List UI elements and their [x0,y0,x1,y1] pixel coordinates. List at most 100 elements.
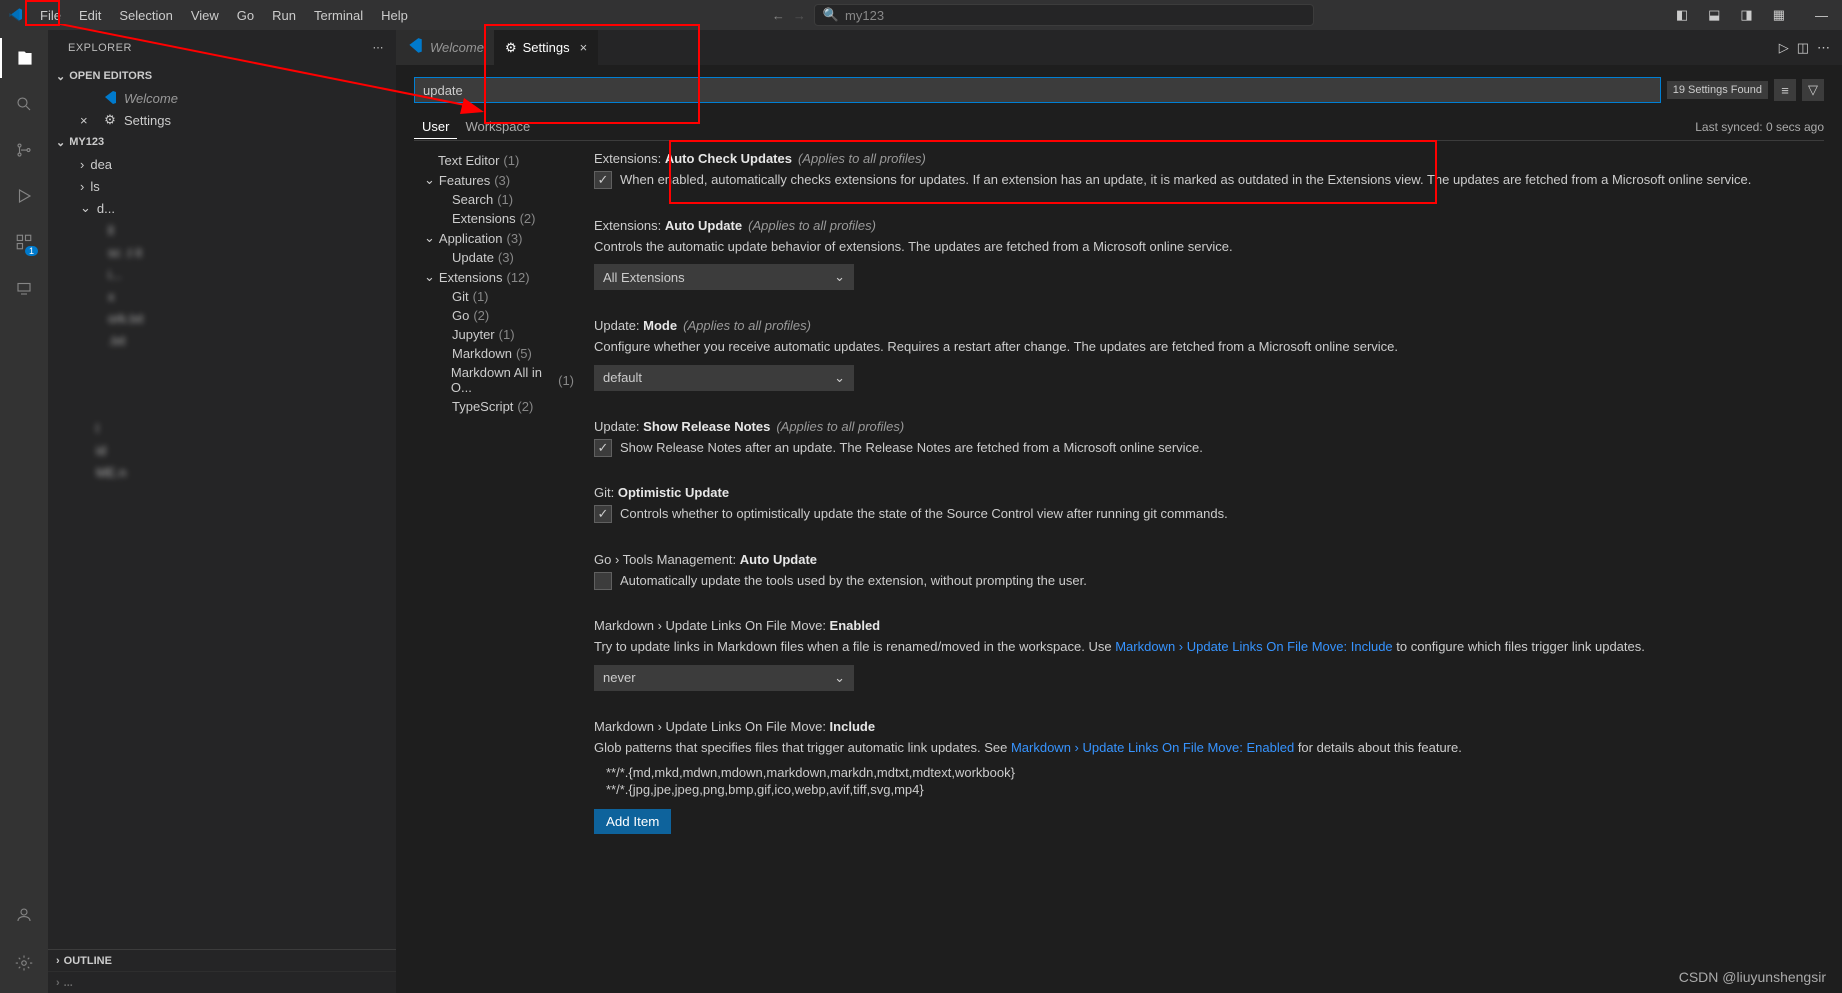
more-actions-icon[interactable]: ⋯ [1817,40,1830,56]
settings-editor: 19 Settings Found ≡ ▽ User Workspace Las… [396,65,1842,993]
activity-debug-icon[interactable] [0,176,48,216]
outline-section[interactable]: OUTLINE [48,949,396,971]
nav-forward-icon[interactable]: → [793,8,806,23]
settings-toc-item[interactable]: Search (1) [424,190,574,209]
menu-run[interactable]: Run [264,4,304,27]
layout-toggle-left-icon[interactable]: ◧ [1670,7,1694,23]
editor-area: Welcome⚙Settings× ▷ ◫ ⋯ 19 Settings Foun… [396,30,1842,993]
file-item[interactable] [48,373,396,395]
activity-extensions-icon[interactable]: 1 [0,222,48,262]
settings-toc-item[interactable]: Extensions (2) [424,209,574,228]
file-item[interactable]: .txt [48,329,396,351]
settings-toc-item[interactable]: Update (3) [424,248,574,267]
setting-checkbox[interactable] [594,572,612,590]
file-item[interactable]: ll [48,219,396,241]
command-center-text: my123 [845,8,884,23]
open-editor-item[interactable]: ×⚙Settings [48,109,396,131]
setting-checkbox[interactable] [594,171,612,189]
open-editor-item[interactable]: Welcome [48,87,396,109]
window-minimize-icon[interactable]: — [1809,8,1834,23]
command-center[interactable]: 🔍 my123 [814,4,1314,26]
settings-toc-item[interactable]: Go (2) [424,306,574,325]
file-item[interactable]: l [48,417,396,439]
menu-view[interactable]: View [183,4,227,27]
file-item[interactable]: sc .t it [48,241,396,263]
settings-clear-filter-icon[interactable]: ▽ [1802,79,1824,101]
settings-toc-item[interactable]: Features (3) [424,170,574,190]
run-icon[interactable]: ▷ [1779,40,1789,56]
titlebar: FileEditSelectionViewGoRunTerminalHelp ←… [0,0,1842,30]
list-item[interactable]: **/*.{jpg,jpe,jpeg,png,bmp,gif,ico,webp,… [606,782,1804,797]
editor-tabs: Welcome⚙Settings× ▷ ◫ ⋯ [396,30,1842,65]
setting-title: Git: Optimistic Update [594,485,1804,500]
settings-toc-item[interactable]: Markdown All in O... (1) [424,363,574,397]
menu-terminal[interactable]: Terminal [306,4,371,27]
settings-toc-item[interactable]: Text Editor (1) [424,151,574,170]
settings-toc-item[interactable]: Git (1) [424,287,574,306]
project-section[interactable]: MY123 [48,131,396,153]
activity-search-icon[interactable] [0,84,48,124]
file-item[interactable]: i... [48,263,396,285]
scope-tab-user[interactable]: User [414,115,457,139]
scope-tab-workspace[interactable]: Workspace [457,115,538,138]
settings-search-input[interactable] [414,77,1661,103]
setting-link[interactable]: Markdown › Update Links On File Move: En… [1011,740,1294,755]
menu-file[interactable]: File [32,4,69,27]
setting-dropdown[interactable]: All Extensions⌄ [594,264,854,290]
menu-selection[interactable]: Selection [111,4,180,27]
open-editors-section[interactable]: OPEN EDITORS [48,65,396,87]
add-item-button[interactable]: Add Item [594,809,671,834]
settings-toc-item[interactable]: Jupyter (1) [424,325,574,344]
file-item[interactable] [48,395,396,417]
folder-item[interactable]: dea [48,153,396,175]
file-item[interactable] [48,351,396,373]
settings-toc-item[interactable]: Extensions (12) [424,267,574,287]
close-icon[interactable]: × [580,40,588,55]
activity-remote-icon[interactable] [0,268,48,308]
file-item[interactable]: id [48,439,396,461]
sidebar-more-icon[interactable]: ⋯ [373,41,385,54]
activity-explorer-icon[interactable] [0,38,48,78]
setting-checkbox[interactable] [594,439,612,457]
file-item[interactable]: ork.txt [48,307,396,329]
settings-toc-item[interactable]: TypeScript (2) [424,397,574,416]
layout-toggle-bottom-icon[interactable]: ⬓ [1702,7,1726,23]
split-editor-icon[interactable]: ◫ [1797,40,1809,56]
chevron-down-icon: ⌄ [834,670,845,686]
main-menu: FileEditSelectionViewGoRunTerminalHelp [32,4,416,27]
chevron-down-icon: ⌄ [834,370,845,386]
setting-dropdown[interactable]: never⌄ [594,665,854,691]
nav-back-icon[interactable]: ← [772,8,785,23]
activity-settings-icon[interactable] [0,943,48,983]
settings-filter-icon[interactable]: ≡ [1774,79,1796,101]
file-item[interactable]: ME.n [48,461,396,483]
layout-customize-icon[interactable]: ▦ [1767,7,1791,23]
timeline-section[interactable]: ... [48,971,396,993]
chevron-icon [80,157,84,172]
list-item[interactable]: **/*.{md,mkd,mdwn,mdown,markdown,markdn,… [606,765,1804,780]
setting-checkbox[interactable] [594,505,612,523]
file-item[interactable]: x [48,285,396,307]
menu-edit[interactable]: Edit [71,4,109,27]
settings-toc-item[interactable]: Application (3) [424,228,574,248]
menu-go[interactable]: Go [229,4,262,27]
chevron-down-icon: ⌄ [834,269,845,285]
chevron-down-icon [424,230,435,246]
activity-account-icon[interactable] [0,895,48,935]
close-icon[interactable]: × [80,113,96,128]
setting-link[interactable]: Markdown › Update Links On File Move: In… [1115,639,1392,654]
settings-toc-item[interactable]: Markdown (5) [424,344,574,363]
folder-item[interactable]: ls [48,175,396,197]
editor-tab[interactable]: Welcome [396,30,495,65]
editor-tab[interactable]: ⚙Settings× [495,30,598,65]
layout-toggle-right-icon[interactable]: ◨ [1734,7,1758,23]
sync-status: Last synced: 0 secs ago [1695,120,1824,134]
settings-icon: ⚙ [505,40,517,56]
activity-scm-icon[interactable] [0,130,48,170]
setting-item: Extensions: Auto Update(Applies to all p… [594,218,1804,291]
menu-help[interactable]: Help [373,4,416,27]
folder-item[interactable]: d... [48,197,396,219]
activity-bar: 1 [0,30,48,993]
setting-dropdown[interactable]: default⌄ [594,365,854,391]
setting-item: Markdown › Update Links On File Move: En… [594,618,1804,691]
